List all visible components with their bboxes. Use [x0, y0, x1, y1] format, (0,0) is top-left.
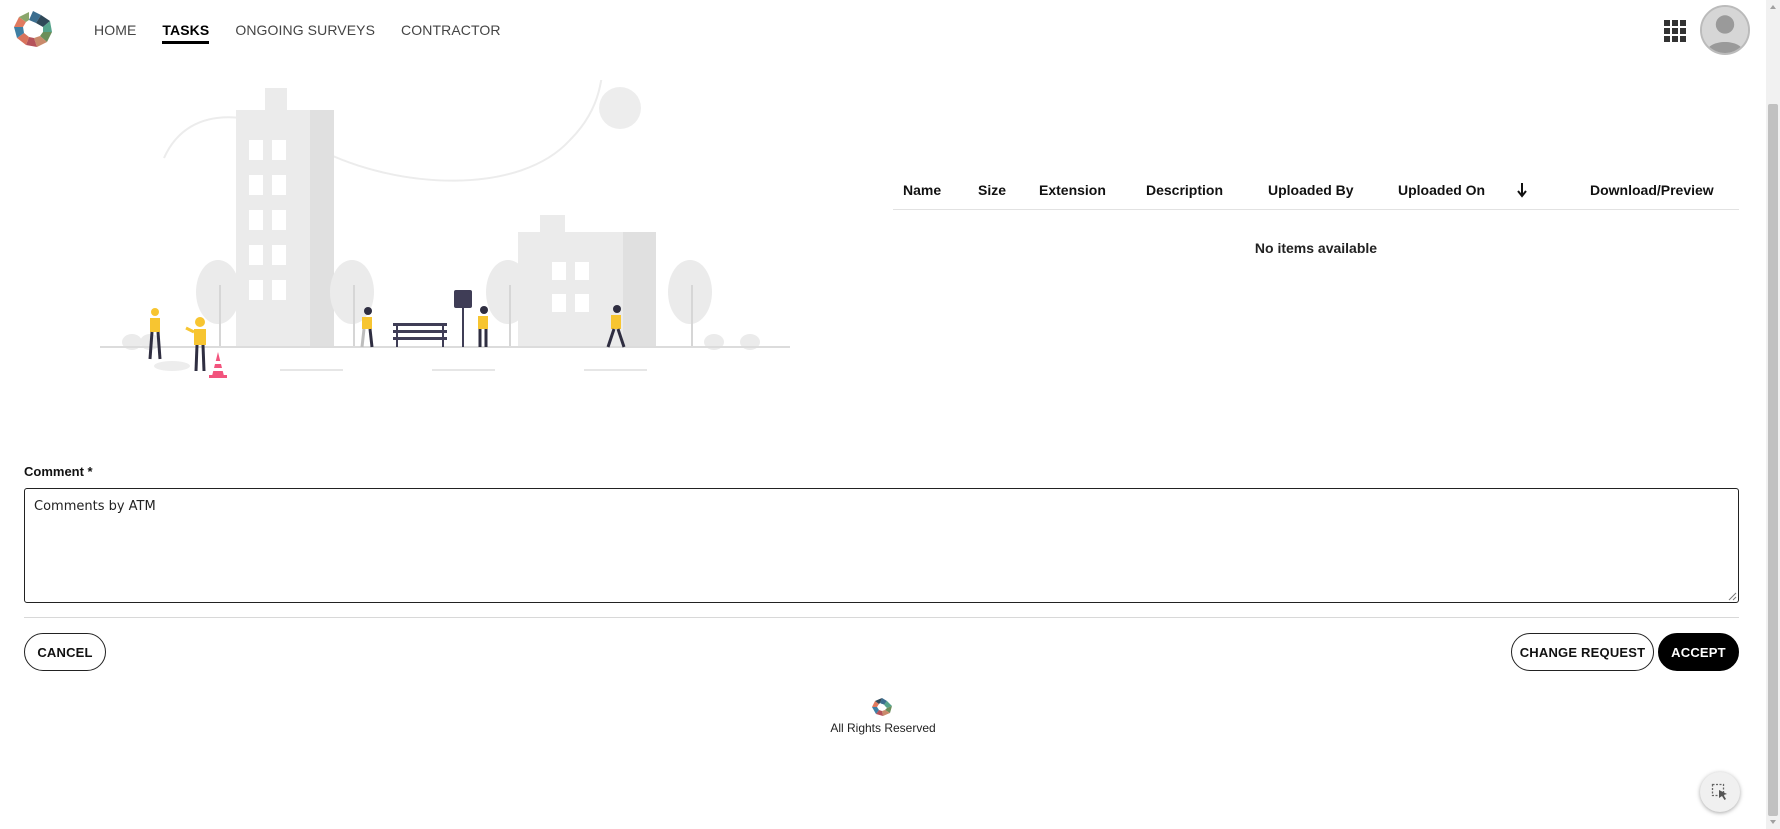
column-header-uploaded-on[interactable]: Uploaded On — [1398, 182, 1485, 198]
nav-item-label: CONTRACTOR — [401, 22, 501, 38]
arrow-down-icon[interactable] — [1516, 182, 1528, 198]
column-header-extension[interactable]: Extension — [1039, 182, 1106, 198]
divider — [24, 617, 1739, 618]
change-request-button[interactable]: CHANGE REQUEST — [1511, 633, 1654, 671]
user-avatar[interactable] — [1700, 5, 1750, 55]
grid-apps-icon[interactable] — [1664, 20, 1686, 42]
column-header-uploaded-by[interactable]: Uploaded By — [1268, 182, 1354, 198]
nav-item-home[interactable]: HOME — [94, 0, 136, 60]
company-logo-icon[interactable] — [12, 9, 54, 49]
column-header-name[interactable]: Name — [903, 182, 941, 198]
column-header-download-preview[interactable]: Download/Preview — [1590, 182, 1714, 198]
comment-label: Comment * — [24, 464, 93, 479]
nav-item-tasks[interactable]: TASKS — [162, 0, 210, 60]
cancel-button[interactable]: CANCEL — [24, 633, 106, 671]
files-table: Name Size Extension Description Uploaded… — [893, 172, 1739, 256]
scroll-up-arrow-icon[interactable] — [1766, 0, 1780, 14]
nav-item-ongoing-surveys[interactable]: ONGOING SURVEYS — [235, 0, 375, 60]
nav-item-label: TASKS — [162, 22, 210, 38]
table-header: Name Size Extension Description Uploaded… — [893, 172, 1739, 210]
select-tool-button[interactable] — [1700, 772, 1740, 812]
footer-logo-icon — [872, 698, 892, 716]
comment-textarea[interactable] — [24, 488, 1739, 603]
column-header-description[interactable]: Description — [1146, 182, 1223, 198]
nav-item-label: HOME — [94, 22, 137, 38]
footer-copyright: All Rights Reserved — [830, 721, 936, 735]
nav-item-label: ONGOING SURVEYS — [235, 22, 376, 38]
nav-item-contractor[interactable]: CONTRACTOR — [401, 0, 501, 60]
scrollbar-thumb[interactable] — [1768, 104, 1778, 816]
accept-button[interactable]: ACCEPT — [1658, 633, 1739, 671]
scroll-down-arrow-icon[interactable] — [1766, 815, 1780, 829]
column-header-size[interactable]: Size — [978, 182, 1006, 198]
user-avatar-icon — [1702, 7, 1748, 53]
top-navigation-bar: HOME TASKS ONGOING SURVEYS CONTRACTOR — [0, 0, 1766, 60]
city-illustration — [100, 80, 790, 378]
vertical-scrollbar[interactable] — [1766, 0, 1780, 829]
empty-table-message: No items available — [1254, 240, 1378, 256]
main-nav: HOME TASKS ONGOING SURVEYS CONTRACTOR — [94, 0, 527, 60]
resize-handle-icon[interactable] — [1727, 591, 1737, 601]
cursor-select-icon — [1711, 783, 1727, 800]
